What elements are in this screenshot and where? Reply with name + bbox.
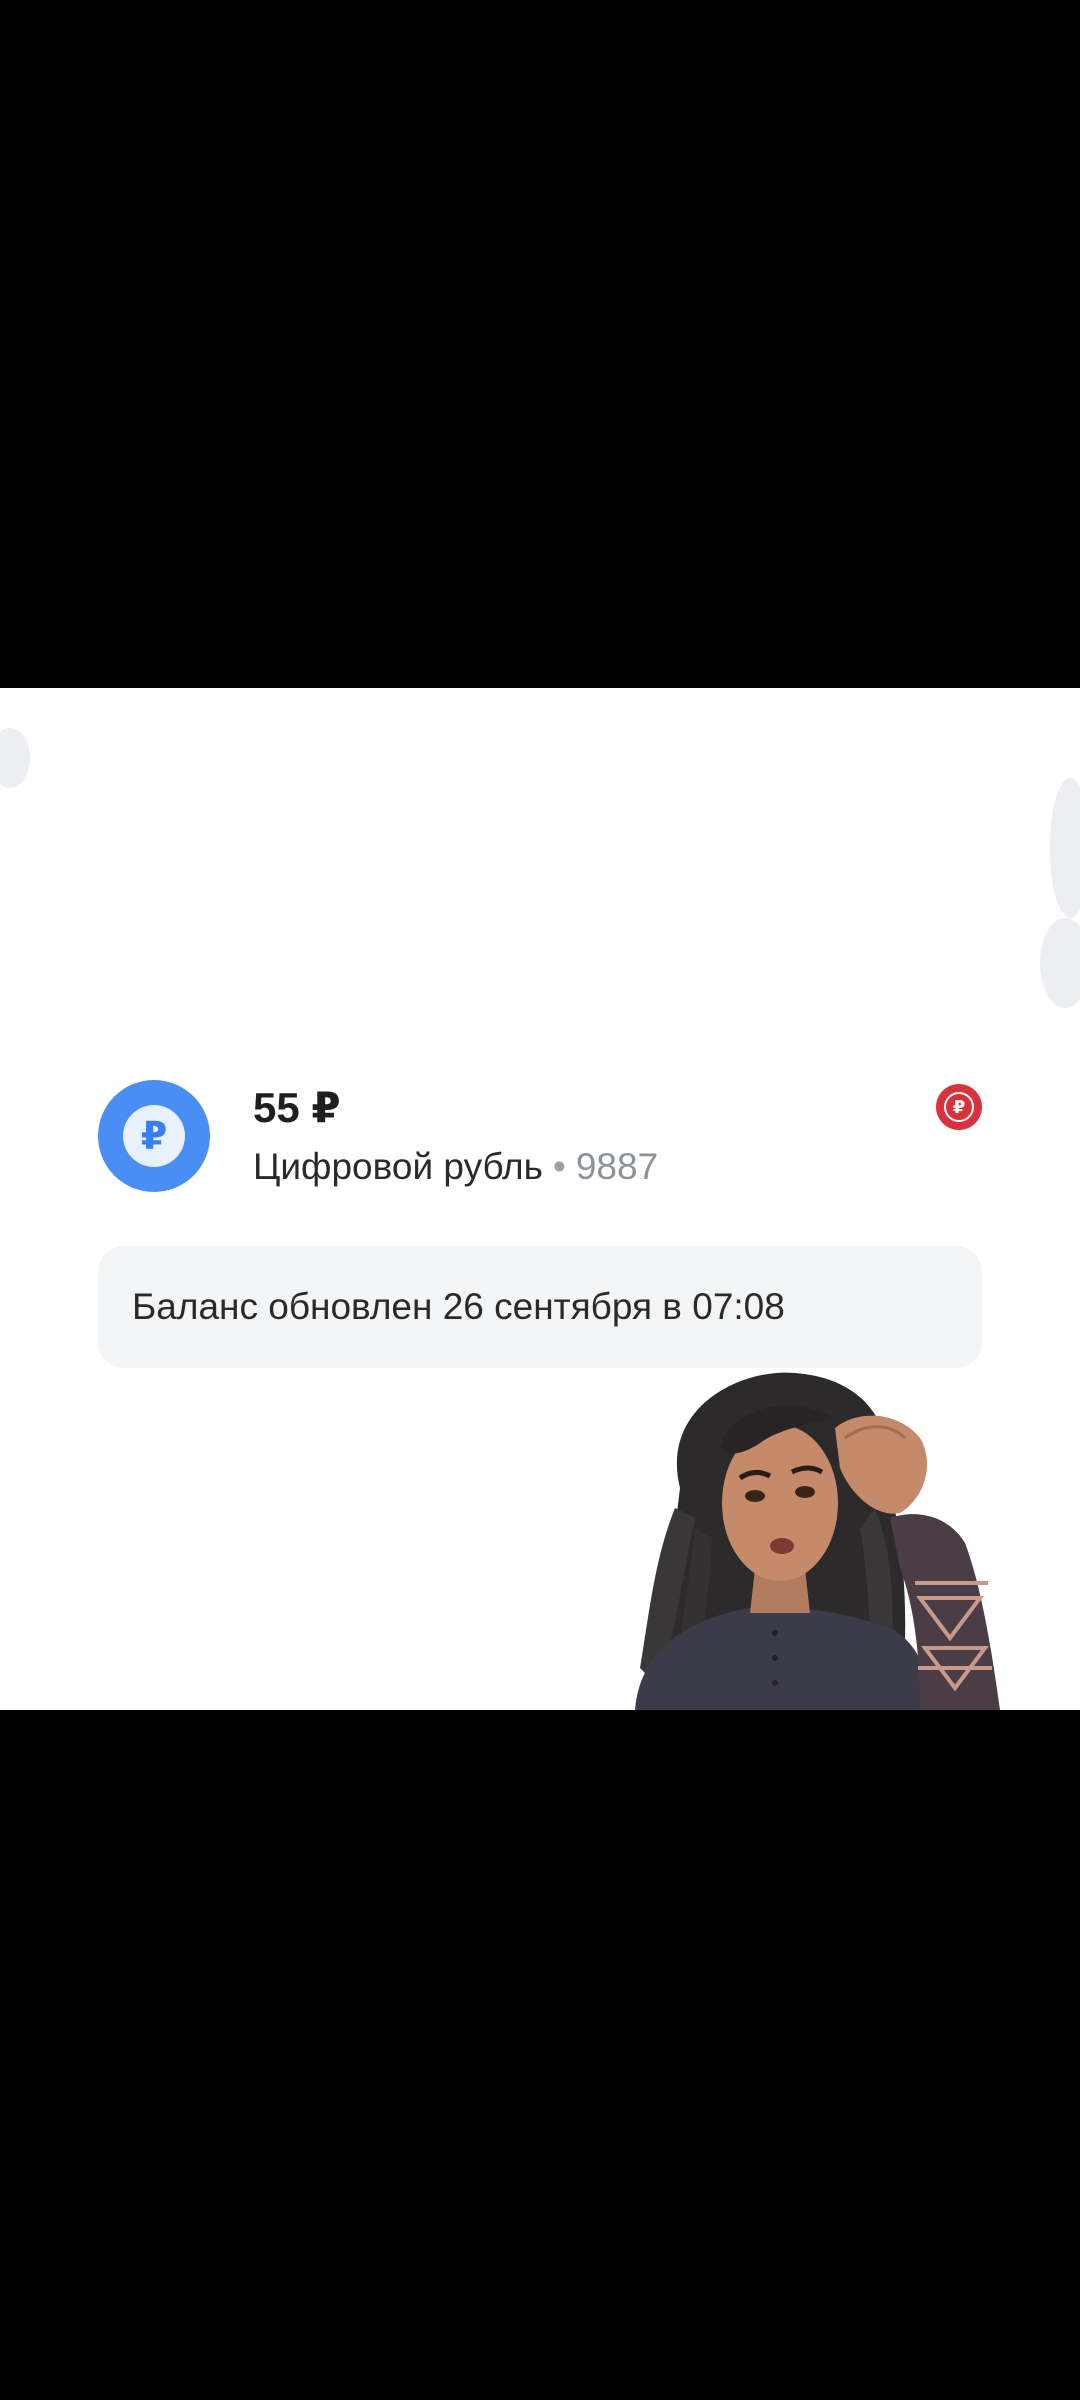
account-row[interactable]: ₽ 55 ₽ Цифровой рубль • 9887 xyxy=(0,1080,1080,1200)
account-subtitle: Цифровой рубль • 9887 xyxy=(253,1142,658,1192)
account-number: 9887 xyxy=(575,1146,659,1187)
ruble-badge-icon: ₽ xyxy=(936,1084,982,1130)
screen: ₽ 55 ₽ Цифровой рубль • 9887 ₽ Баланс обно… xyxy=(0,0,1080,2400)
confused-girl-sticker xyxy=(635,1372,1000,1710)
balance-note: Баланс обновлен 26 сентября в 07:08 xyxy=(98,1246,982,1368)
background-speck xyxy=(1040,918,1080,1008)
ruble-icon: ₽ xyxy=(98,1080,210,1192)
account-amount: 55 ₽ xyxy=(253,1084,341,1131)
account-card: ₽ 55 ₽ Цифровой рубль • 9887 ₽ Баланс обно… xyxy=(0,688,1080,1710)
balance-note-text: Баланс обновлен 26 сентября в 07:08 xyxy=(132,1286,785,1327)
account-name: Цифровой рубль xyxy=(253,1146,543,1187)
background-speck xyxy=(0,728,30,788)
background-speck xyxy=(1050,778,1080,918)
separator-dot: • xyxy=(552,1146,566,1187)
